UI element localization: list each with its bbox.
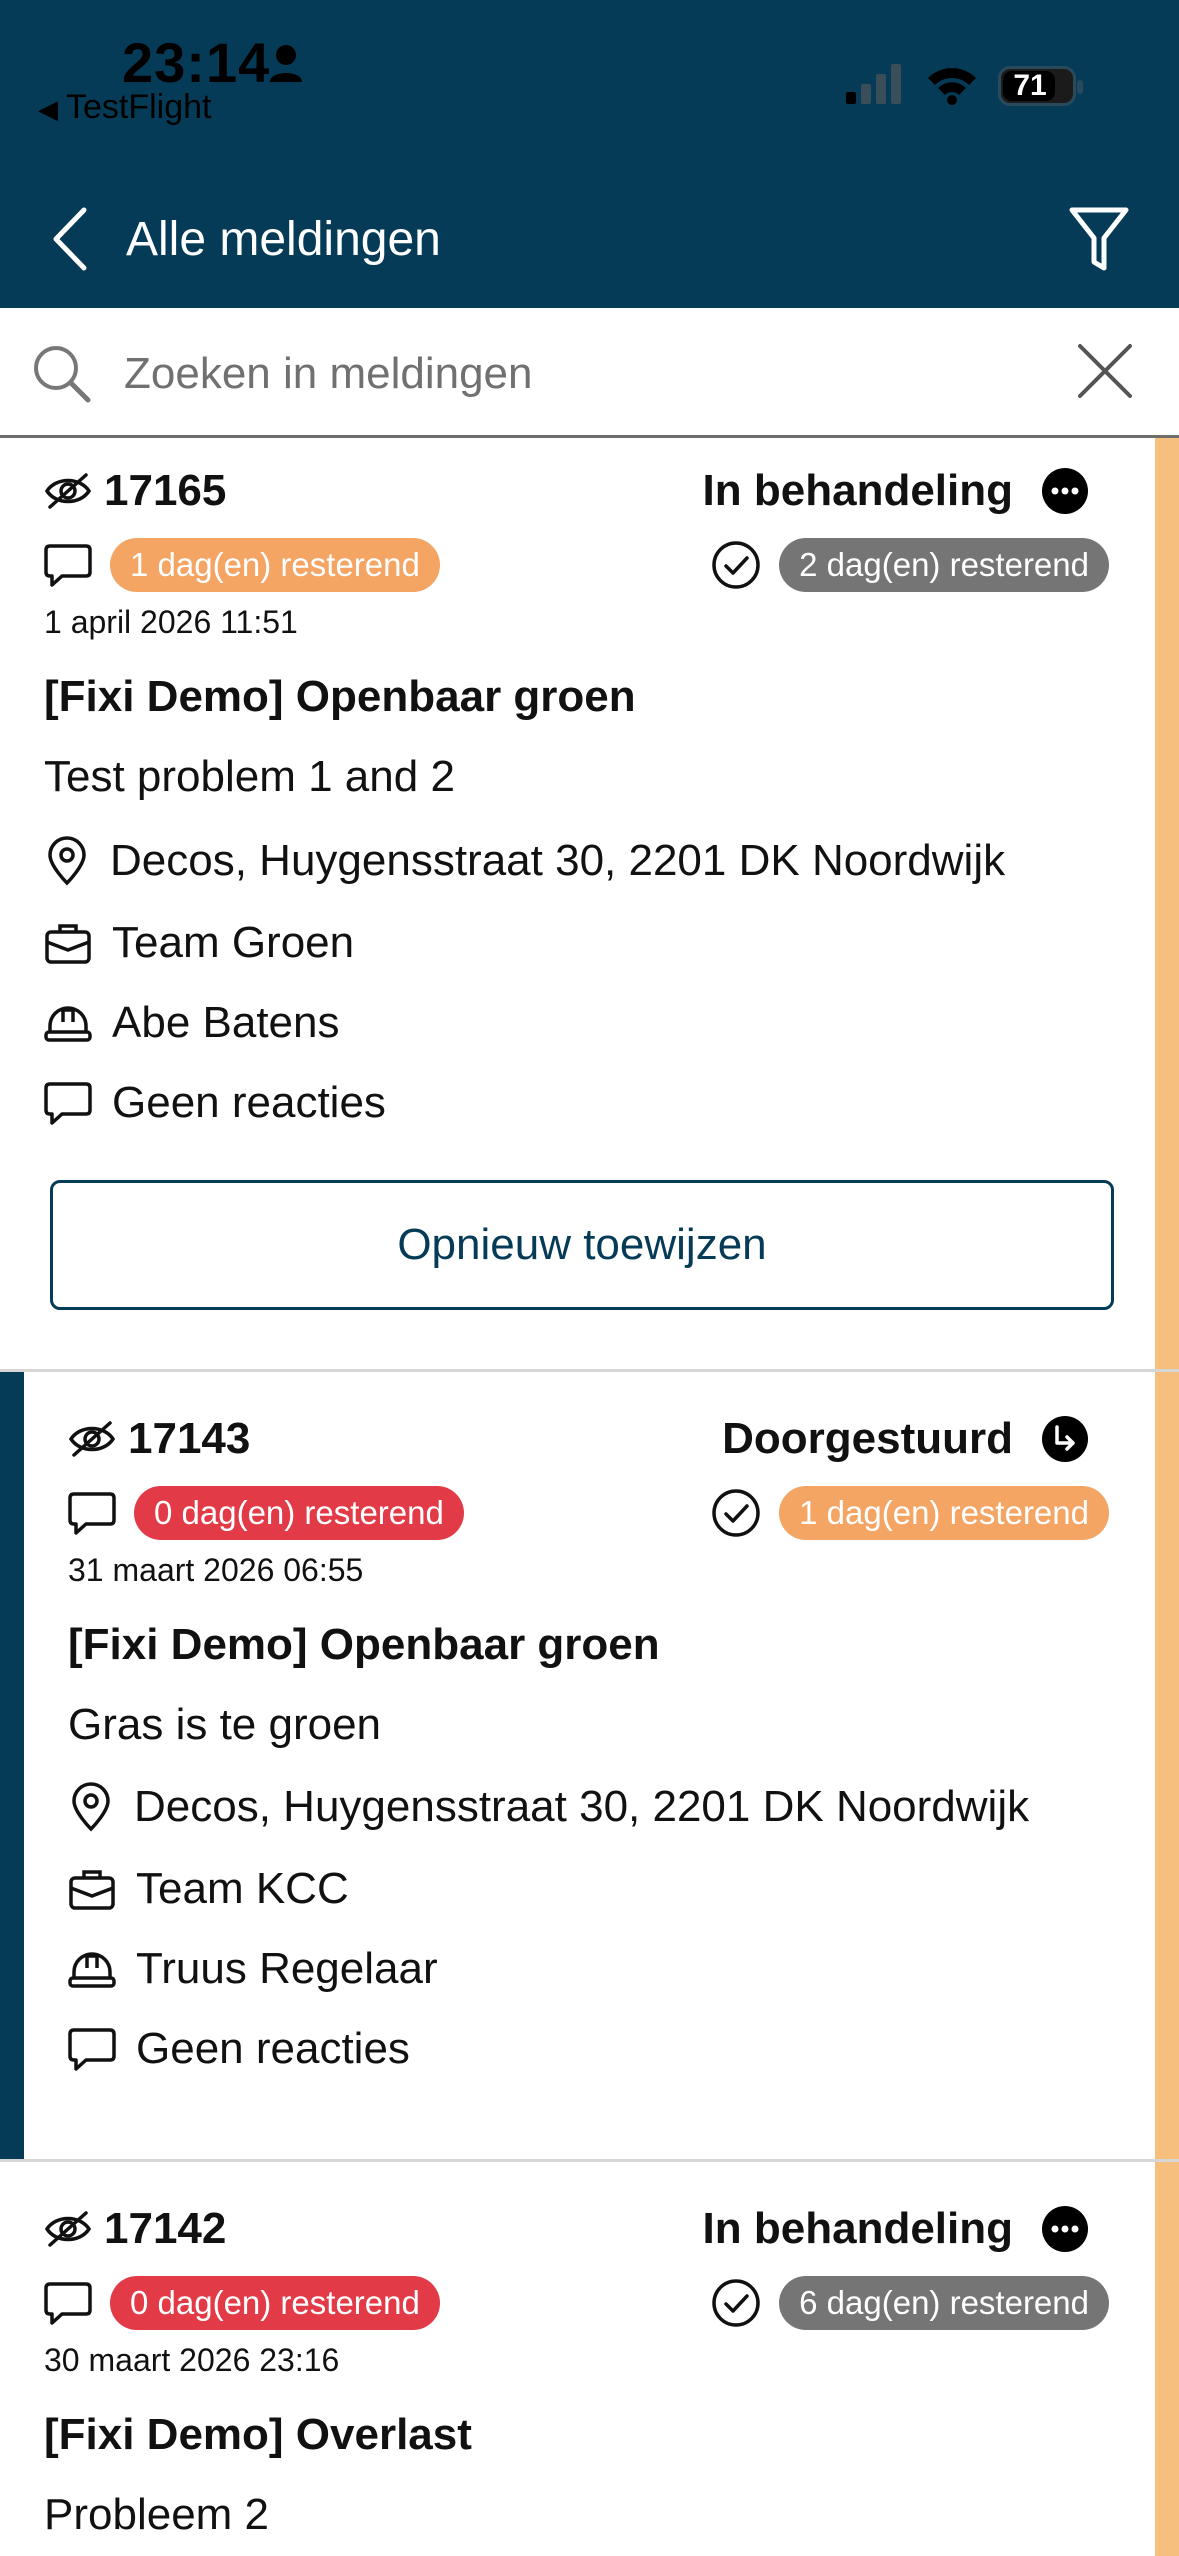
chat-bubble-icon: [44, 1082, 92, 1125]
report-description: Test problem 1 and 2: [44, 752, 455, 801]
location-pin-icon: [72, 1782, 110, 1832]
status-time: 23:14: [122, 31, 271, 94]
report-team: Team Groen: [112, 918, 355, 967]
report-id: 17142: [104, 2204, 227, 2253]
reactions-row: Geen reacties: [44, 1078, 386, 1128]
search-input[interactable]: [122, 338, 1026, 410]
report-address: Decos, Huygensstraat 30, 2201 DK Noordwi…: [110, 836, 1006, 885]
back-to-testflight[interactable]: ◀ TestFlight: [38, 88, 212, 127]
report-assignee: Abe Batens: [112, 998, 340, 1047]
cellular-signal-icon: [846, 64, 901, 104]
report-reactions: Geen reacties: [136, 2024, 410, 2073]
eye-off-icon: [68, 1421, 116, 1457]
report-team: Team KCC: [136, 1864, 349, 1913]
search-icon: [34, 346, 91, 403]
report-reactions: Geen reacties: [112, 1078, 386, 1127]
hard-hat-icon: [68, 1952, 116, 1988]
deadline-badge: 0 dag(en) resterend: [110, 2276, 440, 2330]
deadline-right-row: 2 dag(en) resterend: [711, 538, 1109, 592]
back-chevron-icon[interactable]: [50, 206, 90, 272]
report-card[interactable]: 17142 In behandeling 0 dag(en) resterend…: [0, 2162, 1179, 2556]
report-status-row: In behandeling: [703, 2204, 1089, 2254]
report-status: Doorgestuurd: [722, 1414, 1013, 1463]
assignee-row: Abe Batens: [44, 998, 340, 1048]
report-status-row: In behandeling: [703, 466, 1089, 516]
deadline-right-row: 1 dag(en) resterend: [711, 1486, 1109, 1540]
report-address: Decos, Huygensstraat 30, 2201 DK Noordwi…: [134, 1782, 1030, 1831]
reassign-button[interactable]: Opnieuw toewijzen: [50, 1180, 1114, 1310]
page-title: Alle meldingen: [126, 213, 441, 266]
more-dots-icon: [1042, 468, 1088, 514]
deadline-left-row: 0 dag(en) resterend: [44, 2276, 440, 2330]
report-status: In behandeling: [702, 466, 1013, 515]
chat-bubble-icon: [68, 1492, 116, 1535]
report-id-row: 17143: [68, 1414, 250, 1464]
deadline-badge: 2 dag(en) resterend: [779, 538, 1109, 592]
eye-off-icon: [44, 473, 92, 509]
deadline-badge: 1 dag(en) resterend: [110, 538, 440, 592]
chat-bubble-icon: [44, 2282, 92, 2325]
report-date: 31 maart 2026 06:55: [68, 1552, 364, 1588]
back-app-label: TestFlight: [66, 88, 212, 126]
eye-off-icon: [44, 2211, 92, 2247]
report-date: 30 maart 2026 23:16: [44, 2342, 340, 2378]
back-triangle-icon: ◀: [38, 94, 58, 124]
card-side-bar: [1155, 1372, 1179, 2162]
report-title: [Fixi Demo] Openbaar groen: [44, 672, 636, 721]
card-side-bar: [1155, 438, 1179, 1372]
search-bar: [0, 308, 1179, 438]
briefcase-icon: [69, 1870, 115, 1910]
hard-hat-icon: [44, 1006, 92, 1042]
deadline-left-row: 1 dag(en) resterend: [44, 538, 440, 592]
report-status-row: Doorgestuurd: [722, 1414, 1089, 1464]
report-id-row: 17165: [44, 466, 226, 516]
deadline-right-row: 6 dag(en) resterend: [711, 2276, 1109, 2330]
address-row: Decos, Huygensstraat 30, 2201 DK Noordwi…: [44, 836, 1005, 886]
more-dots-icon: [1042, 2206, 1088, 2252]
assignee-row: Truus Regelaar: [68, 1944, 438, 1994]
check-circle-icon: [712, 2279, 760, 2327]
report-title: [Fixi Demo] Overlast: [44, 2410, 472, 2459]
person-icon: [270, 45, 302, 82]
check-circle-icon: [712, 1489, 760, 1537]
card-side-bar: [1155, 2162, 1179, 2556]
wifi-icon: [928, 68, 976, 105]
deadline-badge: 0 dag(en) resterend: [134, 1486, 464, 1540]
address-row: Decos, Huygensstraat 30, 2201 DK Noordwi…: [68, 1782, 1029, 1832]
deadline-badge: 6 dag(en) resterend: [779, 2276, 1109, 2330]
filter-icon[interactable]: [1068, 206, 1130, 274]
report-id-row: 17142: [44, 2204, 226, 2254]
location-pin-icon: [48, 836, 86, 886]
report-card[interactable]: 17143 Doorgestuurd 0 dag(en) resterend 1…: [0, 1372, 1179, 2162]
battery-level: 71: [1013, 69, 1047, 102]
deadline-left-row: 0 dag(en) resterend: [68, 1486, 464, 1540]
chat-bubble-icon: [68, 2028, 116, 2071]
battery-indicator: 71: [998, 66, 1083, 106]
report-id: 17143: [128, 1414, 251, 1463]
reactions-row: Geen reacties: [68, 2024, 410, 2074]
chat-bubble-icon: [44, 544, 92, 587]
report-status: In behandeling: [702, 2204, 1013, 2253]
forward-arrow-icon: [1042, 1416, 1088, 1462]
report-title: [Fixi Demo] Openbaar groen: [68, 1620, 660, 1669]
check-circle-icon: [712, 541, 760, 589]
report-assignee: Truus Regelaar: [136, 1944, 438, 1993]
report-description: Probleem 2: [44, 2490, 270, 2539]
app-header: 23:14 ◀ TestFlight 71 Alle meldingen: [0, 0, 1179, 308]
deadline-badge: 1 dag(en) resterend: [779, 1486, 1109, 1540]
card-side-bar: [0, 1372, 24, 2162]
close-icon[interactable]: [1076, 342, 1134, 400]
report-date: 1 april 2026 11:51: [44, 604, 298, 640]
report-card[interactable]: 17165 In behandeling 1 dag(en) resterend…: [0, 438, 1179, 1372]
team-row: Team KCC: [68, 1864, 349, 1914]
briefcase-icon: [45, 924, 91, 964]
team-row: Team Groen: [44, 918, 354, 968]
report-id: 17165: [104, 466, 227, 515]
report-description: Gras is te groen: [68, 1700, 382, 1749]
